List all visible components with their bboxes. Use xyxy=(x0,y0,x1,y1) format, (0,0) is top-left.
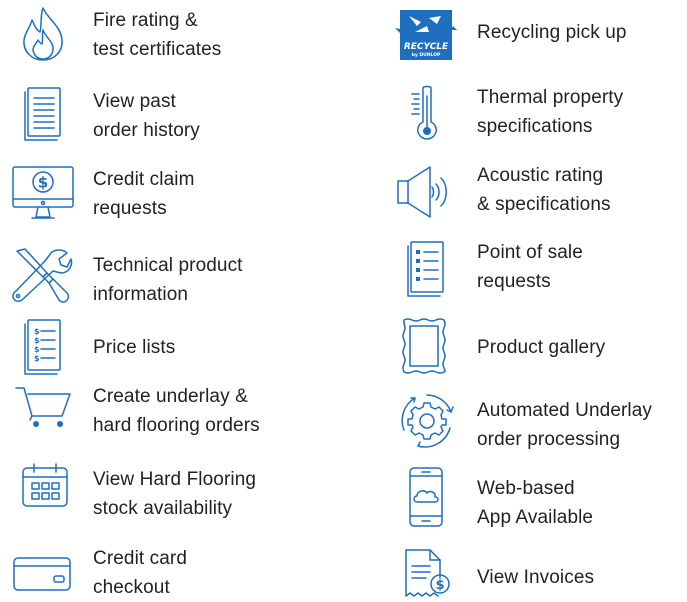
recycle-logo-text: RECYCLE xyxy=(404,42,449,52)
technical-info-line-1: Technical product xyxy=(93,255,243,276)
svg-text:$: $ xyxy=(34,345,40,354)
invoice-icon: $ xyxy=(405,549,450,597)
thermal-line-1: Thermal property xyxy=(477,87,624,108)
order-history-line-2: order history xyxy=(93,120,200,141)
shopping-cart-icon xyxy=(15,387,71,427)
fire-icon xyxy=(23,7,63,61)
recycling-line-1: Recycling pick up xyxy=(477,22,627,43)
thermometer-icon xyxy=(411,85,437,140)
recycle-logo-icon: RECYCLE by DUNLOP xyxy=(395,10,457,60)
credit-card-line-2: checkout xyxy=(93,577,170,598)
credit-card-icon xyxy=(13,557,71,591)
recycle-logo-subtext: by DUNLOP xyxy=(412,52,441,58)
gallery-frame-icon xyxy=(402,318,446,374)
calendar-icon xyxy=(22,463,68,507)
price-lists-line-1: Price lists xyxy=(93,337,176,358)
price-list-icon: $ $ $ $ xyxy=(24,319,61,375)
gear-cycle-icon xyxy=(401,394,454,448)
speaker-icon xyxy=(397,166,447,218)
mobile-cloud-icon xyxy=(409,467,443,527)
credit-card-line-1: Credit card xyxy=(93,548,188,569)
fire-rating-line-1: Fire rating & xyxy=(93,10,198,31)
stock-availability-line-2: stock availability xyxy=(93,498,233,519)
create-orders-line-2: hard flooring orders xyxy=(93,415,260,436)
automated-processing-line-1: Automated Underlay xyxy=(477,400,653,421)
web-app-line-2: App Available xyxy=(477,507,594,528)
credit-claim-line-2: requests xyxy=(93,198,167,219)
document-icon xyxy=(24,87,61,141)
web-app-line-1: Web-based xyxy=(477,478,575,499)
point-of-sale-line-2: requests xyxy=(477,271,551,292)
stock-availability-line-1: View Hard Flooring xyxy=(93,469,257,490)
point-of-sale-line-1: Point of sale xyxy=(477,242,583,263)
svg-text:$: $ xyxy=(34,327,40,336)
invoices-line-1: View Invoices xyxy=(477,567,595,588)
credit-claim-line-1: Credit claim xyxy=(93,169,195,190)
order-history-line-1: View past xyxy=(93,91,176,112)
svg-text:$: $ xyxy=(34,336,40,345)
svg-text:$: $ xyxy=(38,174,48,192)
technical-info-line-2: information xyxy=(93,284,189,305)
fire-rating-line-2: test certificates xyxy=(93,39,222,60)
checklist-icon xyxy=(407,241,444,297)
automated-processing-line-2: order processing xyxy=(477,429,621,450)
acoustic-line-1: Acoustic rating xyxy=(477,165,604,186)
svg-text:$: $ xyxy=(34,354,40,363)
create-orders-line-1: Create underlay & xyxy=(93,386,248,407)
thermal-line-2: specifications xyxy=(477,116,593,137)
acoustic-line-2: & specifications xyxy=(477,194,611,215)
monitor-dollar-icon: $ xyxy=(12,166,74,219)
product-gallery-line-1: Product gallery xyxy=(477,337,606,358)
svg-text:$: $ xyxy=(435,578,444,593)
tools-icon xyxy=(12,248,73,303)
